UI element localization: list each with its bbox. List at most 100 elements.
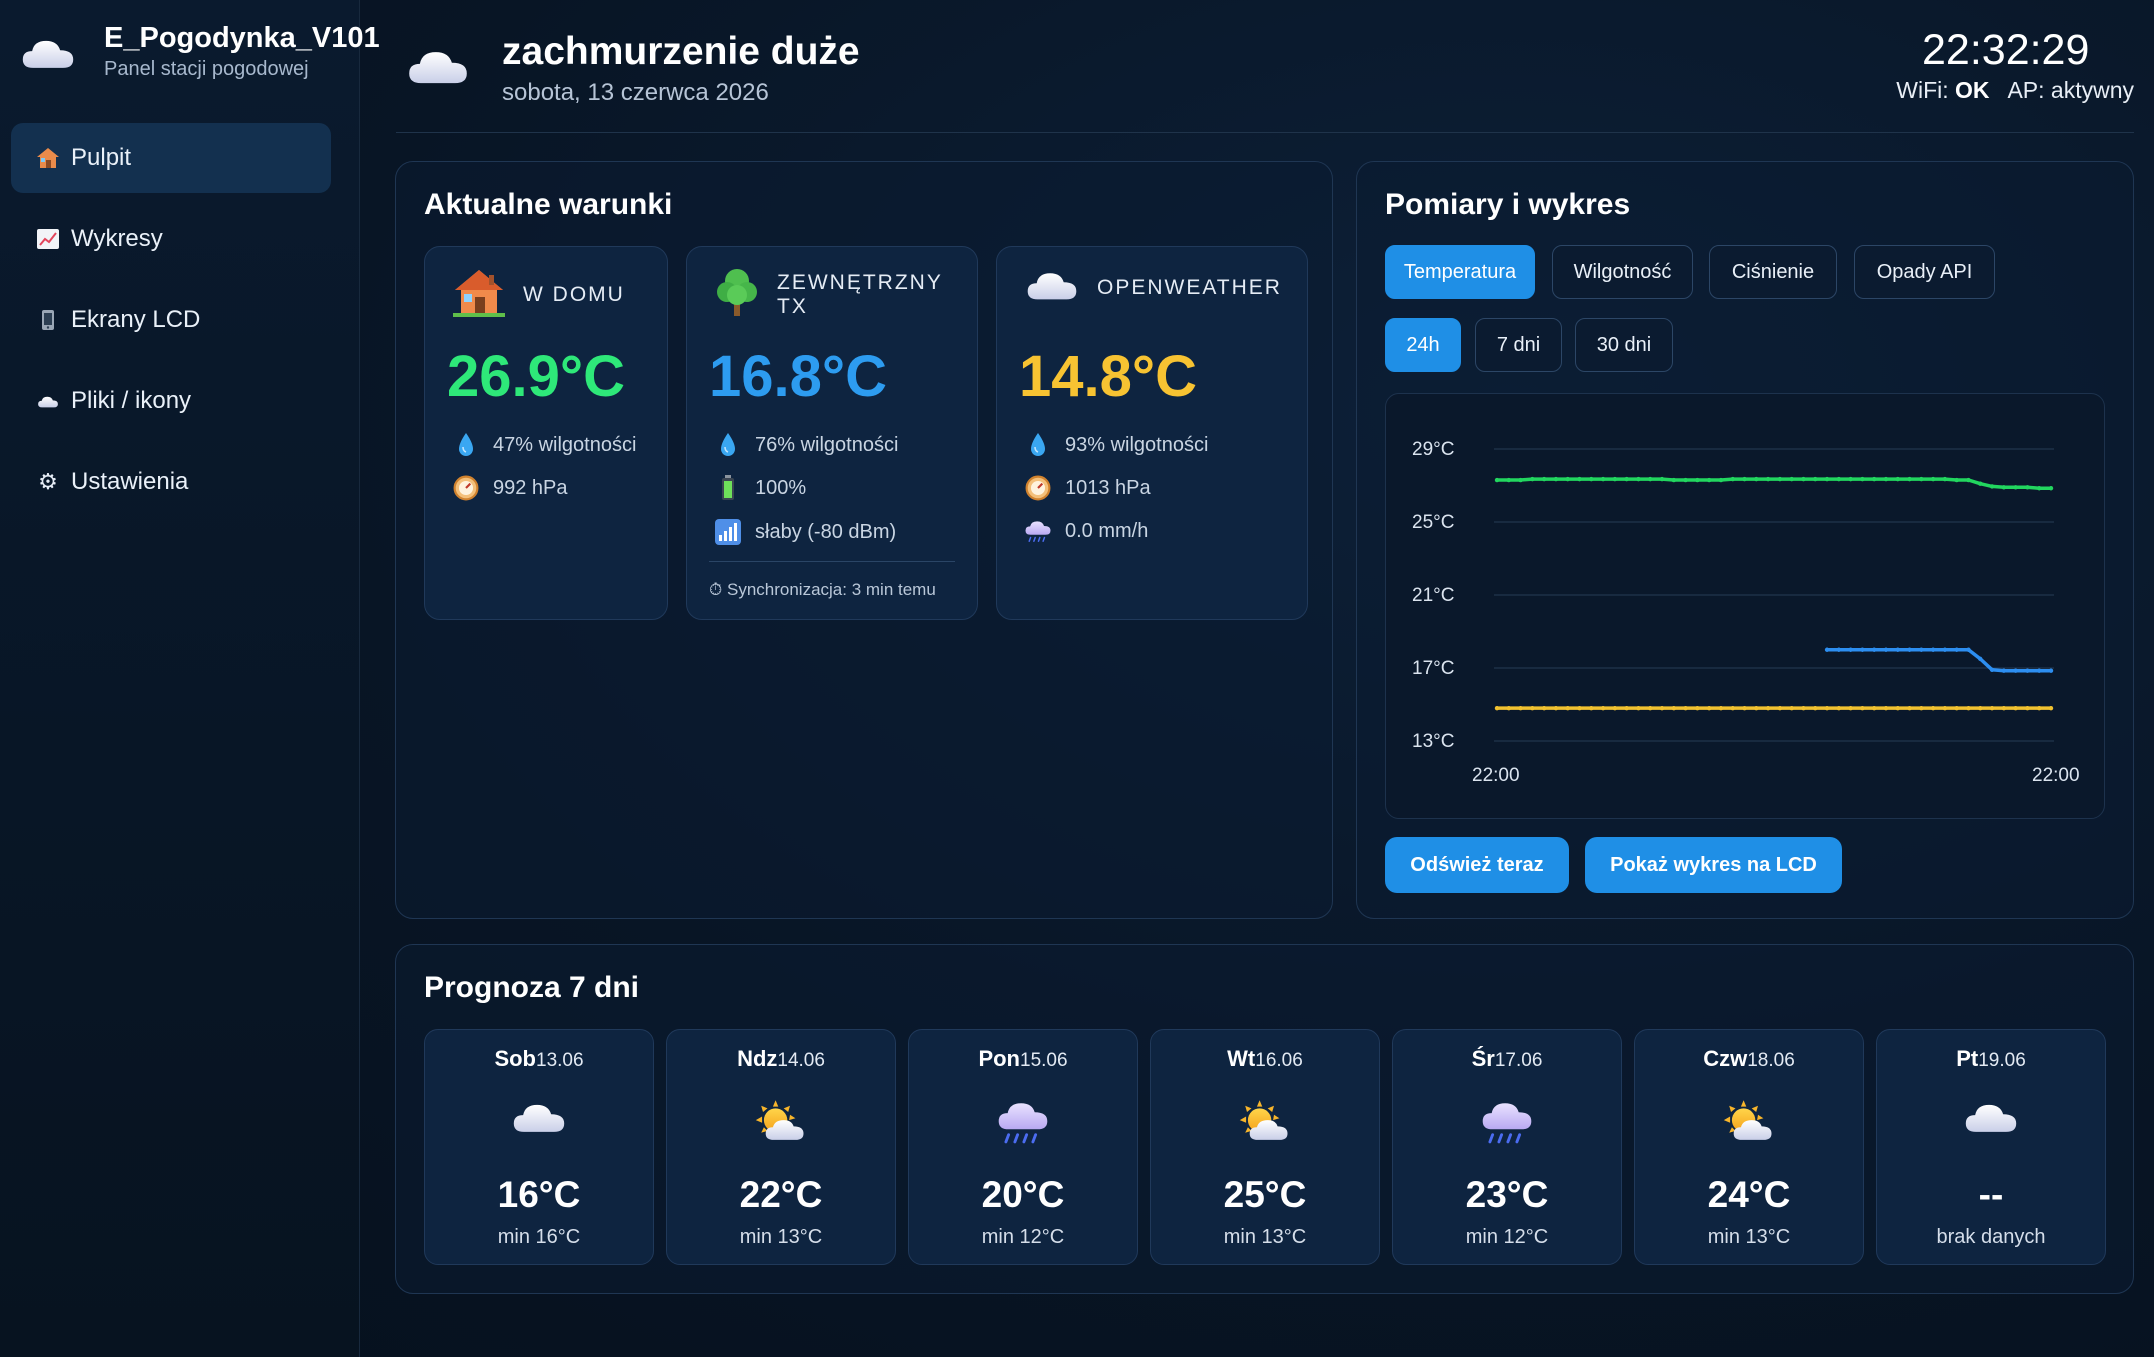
data-point bbox=[1730, 476, 1735, 482]
data-point bbox=[1989, 667, 1995, 673]
forecast-panel: Prognoza 7 dni Sob13.06 16°C min 16°C Ndz14… bbox=[395, 944, 2134, 1294]
sun-cloud-icon bbox=[754, 1098, 808, 1144]
y-tick-label: 17°C bbox=[1412, 658, 1454, 679]
rain-cloud-icon bbox=[1023, 519, 1053, 544]
range-24h[interactable]: 24h bbox=[1385, 318, 1461, 372]
data-point bbox=[1589, 705, 1594, 711]
cloud-icon bbox=[1025, 267, 1079, 308]
data-point bbox=[1942, 705, 1948, 711]
forecast-day: Pon15.06 bbox=[909, 1046, 1137, 1072]
data-point bbox=[2025, 668, 2030, 673]
cloud-icon bbox=[406, 44, 470, 88]
outdoor-battery-value: 100% bbox=[755, 476, 807, 499]
data-point bbox=[2025, 485, 2030, 490]
brand: E_Pogodynka_V101 Panel stacji pogodowej bbox=[18, 20, 380, 90]
app-subtitle: Panel stacji pogodowej bbox=[104, 58, 309, 80]
cloud-icon bbox=[511, 1098, 567, 1136]
tab-temperatura[interactable]: Temperatura bbox=[1385, 245, 1535, 299]
sidebar-item-wykresy[interactable]: Wykresy bbox=[11, 204, 331, 274]
forecast-day-name: Pon bbox=[978, 1046, 1020, 1071]
forecast-day-name: Czw bbox=[1703, 1046, 1748, 1071]
clock-time: 22:32:29 bbox=[1922, 26, 2090, 74]
data-point bbox=[1541, 705, 1547, 711]
data-point bbox=[1494, 705, 1500, 711]
forecast-day: Ndz14.06 bbox=[667, 1046, 895, 1072]
temperature-chart: 29°C 25°C 21°C 17°C 13°C 22:00 22:00 bbox=[1385, 393, 2105, 819]
data-point bbox=[1754, 476, 1759, 482]
divider bbox=[709, 561, 955, 562]
data-point bbox=[1765, 476, 1771, 482]
current-conditions-panel: Aktualne warunki W DOMU 26.9°C 47% wilgo… bbox=[395, 161, 1333, 919]
rain-cloud-icon bbox=[1480, 1098, 1534, 1148]
home-pressure: 992 hPa bbox=[451, 475, 568, 501]
forecast-day: Czw18.06 bbox=[1635, 1046, 1863, 1072]
data-point bbox=[1860, 647, 1865, 652]
tab-wilgotnosc[interactable]: Wilgotność bbox=[1552, 245, 1693, 299]
data-point bbox=[1789, 705, 1794, 711]
house-icon bbox=[33, 147, 63, 169]
sidebar-item-pulpit[interactable]: Pulpit bbox=[11, 123, 331, 193]
data-point bbox=[2037, 705, 2042, 711]
barometer-icon bbox=[1023, 475, 1053, 501]
data-point bbox=[2048, 668, 2054, 673]
app-title: E_Pogodynka_V101 bbox=[104, 22, 380, 54]
sun-cloud-icon bbox=[1238, 1098, 1292, 1144]
data-point bbox=[1801, 476, 1806, 482]
data-point bbox=[1695, 705, 1700, 711]
card-label: ZEWNĘTRZNY TX bbox=[777, 270, 943, 318]
outdoor-signal: słaby (-80 dBm) bbox=[713, 519, 896, 545]
droplet-icon bbox=[713, 432, 743, 458]
data-point bbox=[1813, 476, 1818, 482]
data-point bbox=[1530, 476, 1535, 482]
y-tick-label: 13°C bbox=[1412, 731, 1454, 752]
chart-canvas: 29°C 25°C 21°C 17°C 13°C 22:00 22:00 bbox=[1412, 439, 2080, 786]
sidebar-item-ekrany-lcd[interactable]: Ekrany LCD bbox=[11, 285, 331, 355]
range-7-dni[interactable]: 7 dni bbox=[1475, 318, 1562, 372]
forecast-max-temp: 22°C bbox=[739, 1174, 823, 1215]
y-tick-label: 21°C bbox=[1412, 585, 1454, 606]
sidebar-item-pliki-ikony[interactable]: Pliki / ikony bbox=[11, 366, 331, 436]
range-30-dni[interactable]: 30 dni bbox=[1575, 318, 1673, 372]
data-point bbox=[1966, 647, 1971, 652]
data-point bbox=[1871, 647, 1877, 652]
forecast-day: Wt16.06 bbox=[1151, 1046, 1379, 1072]
house-icon bbox=[453, 267, 505, 322]
data-point bbox=[1907, 647, 1912, 652]
forecast-day-card: Śr17.06 23°C min 12°C bbox=[1392, 1029, 1622, 1265]
home-temperature: 26.9°C bbox=[447, 344, 625, 409]
openweather-humidity-value: 93% wilgotności bbox=[1065, 433, 1209, 456]
tab-opady-api[interactable]: Opady API bbox=[1854, 245, 1995, 299]
forecast-day-card: Czw18.06 24°C min 13°C bbox=[1634, 1029, 1864, 1265]
data-point bbox=[1966, 477, 1971, 483]
data-point bbox=[1659, 705, 1665, 711]
data-point bbox=[2025, 705, 2030, 711]
tab-cisnienie[interactable]: Ciśnienie bbox=[1709, 245, 1837, 299]
openweather-rain-value: 0.0 mm/h bbox=[1065, 520, 1149, 542]
data-point bbox=[1777, 705, 1783, 711]
show-chart-on-lcd-button[interactable]: Pokaż wykres na LCD bbox=[1585, 837, 1842, 893]
data-point bbox=[1789, 476, 1794, 482]
ap-status: aktywny bbox=[2050, 77, 2134, 103]
sidebar-item-ustawienia[interactable]: ⚙ Ustawienia bbox=[11, 447, 331, 517]
current-condition: zachmurzenie duże bbox=[502, 30, 860, 73]
y-tick-label: 29°C bbox=[1412, 439, 1454, 460]
data-point bbox=[1848, 705, 1853, 711]
data-point bbox=[1659, 476, 1665, 482]
measurements-chart-panel: Pomiary i wykres Temperatura Wilgotność … bbox=[1356, 161, 2134, 919]
refresh-button[interactable]: Odśwież teraz bbox=[1385, 837, 1569, 893]
ap-label: AP: bbox=[2007, 77, 2045, 103]
wifi-label: WiFi: bbox=[1896, 77, 1949, 103]
data-point bbox=[1612, 476, 1618, 482]
home-card: W DOMU 26.9°C 47% wilgotności 992 hPa bbox=[424, 246, 668, 620]
panel-title: Aktualne warunki bbox=[424, 188, 673, 221]
openweather-rain: 0.0 mm/h bbox=[1023, 519, 1148, 544]
forecast-date: 14.06 bbox=[777, 1050, 825, 1071]
data-point bbox=[1871, 705, 1877, 711]
barometer-icon bbox=[451, 475, 481, 501]
data-point bbox=[1919, 476, 1924, 482]
data-point bbox=[2037, 668, 2042, 673]
data-point bbox=[1930, 647, 1936, 652]
data-point bbox=[1683, 477, 1688, 483]
forecast-day-name: Wt bbox=[1227, 1046, 1256, 1071]
data-point bbox=[1978, 705, 1983, 711]
